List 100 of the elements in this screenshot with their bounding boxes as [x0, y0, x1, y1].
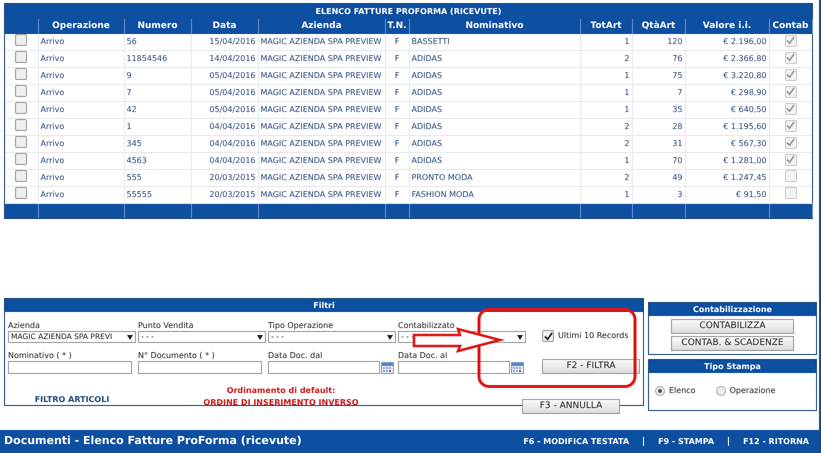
checkbox[interactable]	[784, 86, 797, 98]
table-cell: 1	[580, 102, 632, 119]
table-cell: Arrivo	[38, 118, 124, 136]
action-button[interactable]: CONTABILIZZA	[671, 319, 794, 334]
table-cell: € 1.247,45	[685, 170, 769, 187]
table-cell: 9	[124, 68, 191, 85]
field-label: Data Doc. dal	[268, 350, 324, 361]
table-cell: Arrivo	[38, 102, 124, 119]
table-cell: BASSETTI	[409, 34, 580, 51]
table-cell: MAGIC AZIENDA SPA PREVIEW	[258, 102, 385, 119]
table-cell: € 1.281,00	[685, 152, 769, 170]
table-cell: MAGIC AZIENDA SPA PREVIEW	[258, 170, 385, 187]
table-cell: 1	[580, 84, 632, 102]
table-cell: Arrivo	[38, 84, 124, 102]
checkbox[interactable]	[15, 85, 28, 98]
table-cell: F	[385, 68, 409, 85]
action-button[interactable]: F3 - ANNULLA	[522, 399, 620, 414]
input-field[interactable]	[398, 361, 510, 374]
table-cell: F	[385, 136, 409, 153]
table-cell: F	[385, 34, 409, 51]
calendar-icon[interactable]	[511, 362, 524, 374]
table-cell: 04/04/2016	[191, 152, 258, 170]
shortcut-link[interactable]: F12 - RITORNA	[743, 436, 809, 448]
table-cell: 49	[632, 170, 685, 187]
panel-title: Filtri	[5, 299, 643, 312]
table-cell: 42	[124, 102, 191, 119]
column-header: TotArt	[580, 19, 632, 34]
checkbox[interactable]	[784, 170, 797, 182]
calendar-icon[interactable]	[381, 362, 394, 374]
radio-button[interactable]	[716, 386, 726, 396]
column-header: T.N.	[385, 19, 409, 34]
table-cell: MAGIC AZIENDA SPA PREVIEW	[258, 118, 385, 136]
table-cell: ADIDAS	[409, 118, 580, 136]
checkbox[interactable]	[15, 34, 28, 46]
table-cell: ADIDAS	[409, 102, 580, 119]
checkbox[interactable]	[542, 330, 554, 342]
field-label: N° Documento ( * )	[138, 350, 216, 361]
table-cell: 2	[580, 118, 632, 136]
checkbox[interactable]	[784, 136, 797, 149]
order-value: ORDINE DI INSERIMENTO INVERSO	[203, 397, 359, 409]
table-cell: ADIDAS	[409, 136, 580, 153]
input-field[interactable]	[8, 361, 132, 374]
table-cell: 11854546	[124, 50, 191, 68]
input-field[interactable]	[268, 361, 380, 374]
table-cell: F	[385, 118, 409, 136]
field-label: Contabilizzato	[398, 320, 456, 331]
table-cell: 1	[580, 34, 632, 51]
action-button[interactable]: CONTAB. & SCADENZE	[671, 336, 794, 351]
table-cell: 76	[632, 50, 685, 68]
radio-button[interactable]	[655, 386, 665, 396]
table-cell: 14/04/2016	[191, 50, 258, 68]
panel-title: Contabilizzazione	[649, 303, 816, 316]
checkbox[interactable]	[784, 68, 797, 81]
checkbox[interactable]	[15, 170, 28, 182]
checkbox[interactable]	[15, 102, 28, 114]
checkbox[interactable]	[15, 187, 28, 200]
checkbox[interactable]	[15, 136, 28, 148]
checkbox[interactable]	[784, 187, 797, 200]
checkbox[interactable]	[784, 52, 797, 64]
column-header: Data	[191, 19, 258, 34]
table-cell: € 2.366,80	[685, 50, 769, 68]
table-cell: 2	[580, 170, 632, 187]
checkbox[interactable]	[15, 153, 28, 166]
shortcut-link[interactable]: F9 - STAMPA	[658, 436, 714, 448]
table-cell: 31	[632, 136, 685, 153]
page-title: Documenti - Elenco Fatture ProForma (ricevute)	[4, 433, 302, 450]
shortcut-link[interactable]: F6 - MODIFICA TESTATA	[523, 436, 630, 448]
radio-label: Elenco	[669, 385, 696, 397]
table-cell: € 298,90	[685, 84, 769, 102]
checkbox[interactable]	[784, 34, 797, 47]
field-label: Tipo Operazione	[268, 320, 334, 331]
table-cell: € 640,50	[685, 102, 769, 119]
checkbox[interactable]	[784, 154, 797, 166]
table-cell: MAGIC AZIENDA SPA PREVIEW	[258, 152, 385, 170]
column-header: Contab	[769, 19, 812, 34]
checkbox[interactable]	[784, 120, 797, 132]
table-cell: € 567,30	[685, 136, 769, 153]
table-cell: Arrivo	[38, 68, 124, 85]
table-cell: 4563	[124, 152, 191, 170]
table-cell: F	[385, 170, 409, 187]
filter-articles-link[interactable]: FILTRO ARTICOLI	[34, 395, 110, 404]
action-button[interactable]: F2 - FILTRA	[542, 359, 640, 374]
table-cell: Arrivo	[38, 152, 124, 170]
table-cell: 345	[124, 136, 191, 153]
table-cell: PRONTO MODA	[409, 170, 580, 187]
checkbox[interactable]	[15, 51, 28, 64]
table-cell: F	[385, 152, 409, 170]
checkbox[interactable]	[15, 119, 28, 132]
table-cell: MAGIC AZIENDA SPA PREVIEW	[258, 84, 385, 102]
radio-label: Operazione	[730, 385, 776, 397]
table-cell: 05/04/2016	[191, 84, 258, 102]
dropdown-icon	[127, 334, 133, 340]
checkbox[interactable]	[784, 102, 797, 115]
table-cell: Arrivo	[38, 50, 124, 68]
checkbox[interactable]	[15, 68, 28, 80]
input-field[interactable]	[138, 361, 262, 374]
table-cell: MAGIC AZIENDA SPA PREVIEW	[258, 50, 385, 68]
table-cell: 555	[124, 170, 191, 187]
table-cell: F	[385, 102, 409, 119]
table-cell: 05/04/2016	[191, 68, 258, 85]
